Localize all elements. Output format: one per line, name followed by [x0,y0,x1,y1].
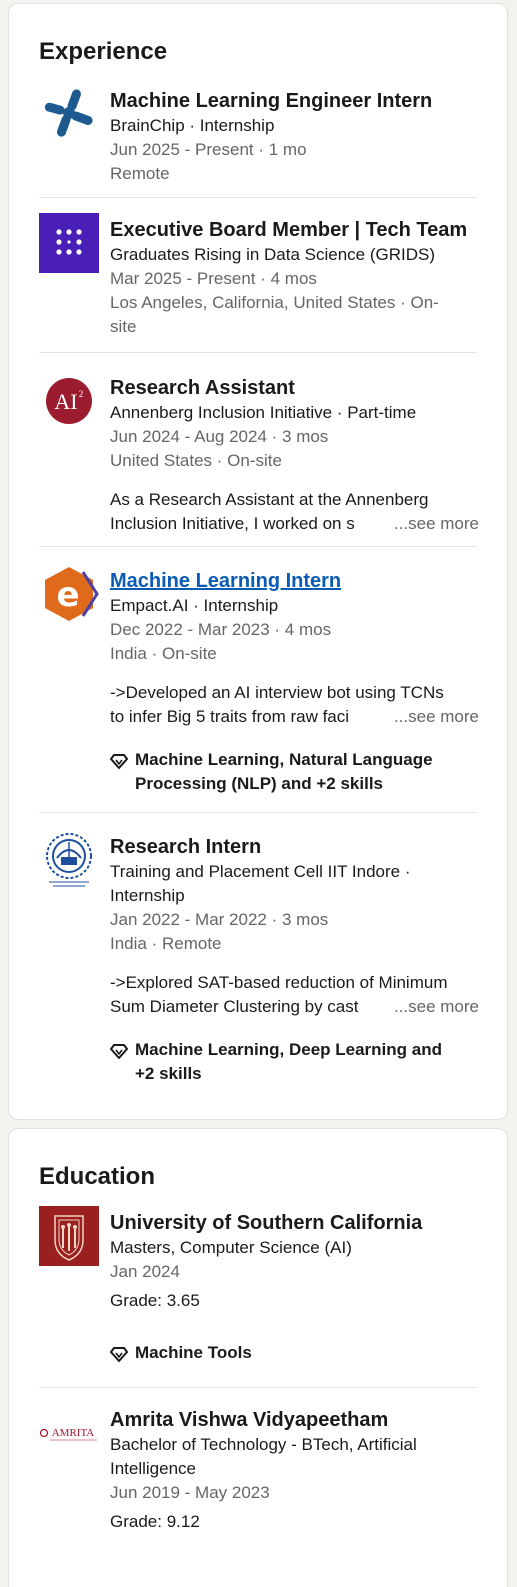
brainchip-logo[interactable] [39,84,99,144]
job-dates: Mar 2025 - Present · 4 mos [110,269,317,288]
divider [39,812,477,813]
company-name-cont: Internship [110,886,185,905]
job-dates: Jan 2022 - Mar 2022 · 3 mos [110,910,329,929]
text-fade [367,705,387,729]
job-location: United States · On-site [110,451,282,470]
experience-item-brainchip[interactable]: Machine Learning Engineer Intern BrainCh… [39,84,479,184]
job-dates: Dec 2022 - Mar 2023 · 4 mos [110,620,332,639]
job-description: As a Research Assistant at the Annenberg… [110,488,479,536]
job-title[interactable]: Executive Board Member | Tech Team [110,217,479,243]
diamond-icon [110,1044,128,1059]
experience-item-annenberg[interactable]: AI 2 Research Assistant Annenberg Inclus… [39,371,479,536]
skills-text: Processing (NLP) and +2 skills [135,774,384,793]
skills-summary[interactable]: Machine Learning, Natural Language Proce… [110,748,479,796]
see-more-link[interactable]: ...see more [387,995,479,1019]
grids-logo[interactable] [39,213,99,273]
description-line: As a Research Assistant at the Annenberg [110,490,429,509]
job-location: Remote [110,164,170,183]
job-dates: Jun 2025 - Present · 1 mo [110,140,307,159]
text-fade [367,512,387,536]
iit-indore-logo[interactable] [39,830,99,890]
job-description: ->Developed an AI interview bot using TC… [110,681,479,729]
education-item-amrita[interactable]: AMRITA Amrita Vishwa Vidyapeetham Bachel… [39,1403,479,1543]
skills-text: Machine Tools [135,1343,252,1362]
job-description: ->Explored SAT-based reduction of Minimu… [110,971,479,1019]
company-name: Training and Placement Cell IIT Indore · [110,862,411,881]
usc-logo[interactable] [39,1206,99,1266]
description-line: ->Explored SAT-based reduction of Minimu… [110,973,448,992]
school-name[interactable]: University of Southern California [110,1210,479,1236]
job-title-link[interactable]: Machine Learning Intern [110,568,479,594]
experience-item-grids[interactable]: Executive Board Member | Tech Team Gradu… [39,213,479,343]
annenberg-logo-text: AI [54,389,77,414]
company-name: Empact.AI · Internship [110,596,279,615]
skills-text: Machine Learning, Natural Language [135,750,433,769]
description-line: ->Developed an AI interview bot using TC… [110,683,444,702]
grade: Grade: 3.65 [110,1291,200,1310]
job-location: Los Angeles, California, United States ·… [110,293,439,312]
company-name: BrainChip · Internship [110,116,275,135]
empact-ai-logo[interactable]: e [39,564,99,624]
skills-summary[interactable]: Machine Learning, Deep Learning and +2 s… [110,1038,479,1086]
diamond-icon [110,754,128,769]
see-more-link[interactable]: ...see more [387,705,479,729]
amrita-logo-text: AMRITA [52,1427,95,1439]
job-location: India · On-site [110,644,217,663]
education-dates: Jun 2019 - May 2023 [110,1483,270,1502]
education-dates: Jan 2024 [110,1262,180,1281]
degree-cont: Intelligence [110,1459,197,1478]
empact-logo-text: e [56,575,79,615]
divider [39,1387,477,1388]
degree: Bachelor of Technology - BTech, Artifici… [110,1435,417,1454]
divider [39,546,477,547]
job-location: India · Remote [110,934,222,953]
school-name[interactable]: Amrita Vishwa Vidyapeetham [110,1407,479,1433]
degree: Masters, Computer Science (AI) [110,1238,352,1257]
experience-card: Experience Machine Learning Engineer Int… [8,3,508,1120]
text-fade [367,995,387,1019]
divider [39,197,477,198]
education-heading: Education [39,1163,156,1190]
job-title[interactable]: Machine Learning Engineer Intern [110,88,479,114]
education-item-usc[interactable]: University of Southern California Master… [39,1206,479,1376]
job-title[interactable]: Research Assistant [110,375,479,401]
skills-text: Machine Learning, Deep Learning and [135,1040,442,1059]
job-title[interactable]: Research Intern [110,834,479,860]
amrita-logo[interactable]: AMRITA [39,1403,99,1463]
skills-summary[interactable]: Machine Tools [110,1341,479,1365]
job-dates: Jun 2024 - Aug 2024 · 3 mos [110,427,329,446]
experience-item-iit-indore[interactable]: Research Intern Training and Placement C… [39,830,479,1090]
experience-heading: Experience [39,38,168,65]
skills-text: +2 skills [135,1064,202,1083]
company-name: Graduates Rising in Data Science (GRIDS) [110,245,436,264]
diamond-icon [110,1347,128,1362]
job-location-cont: site [110,317,137,336]
annenberg-ai-logo[interactable]: AI 2 [39,371,99,431]
see-more-link[interactable]: ...see more [387,512,479,536]
annenberg-logo-sup: 2 [79,389,84,399]
company-name: Annenberg Inclusion Initiative · Part-ti… [110,403,417,422]
education-card: Education University of Southern Califor… [8,1128,508,1587]
divider [39,352,477,353]
experience-item-empact[interactable]: e Machine Learning Intern Empact.AI · In… [39,564,479,804]
grade: Grade: 9.12 [110,1512,200,1531]
